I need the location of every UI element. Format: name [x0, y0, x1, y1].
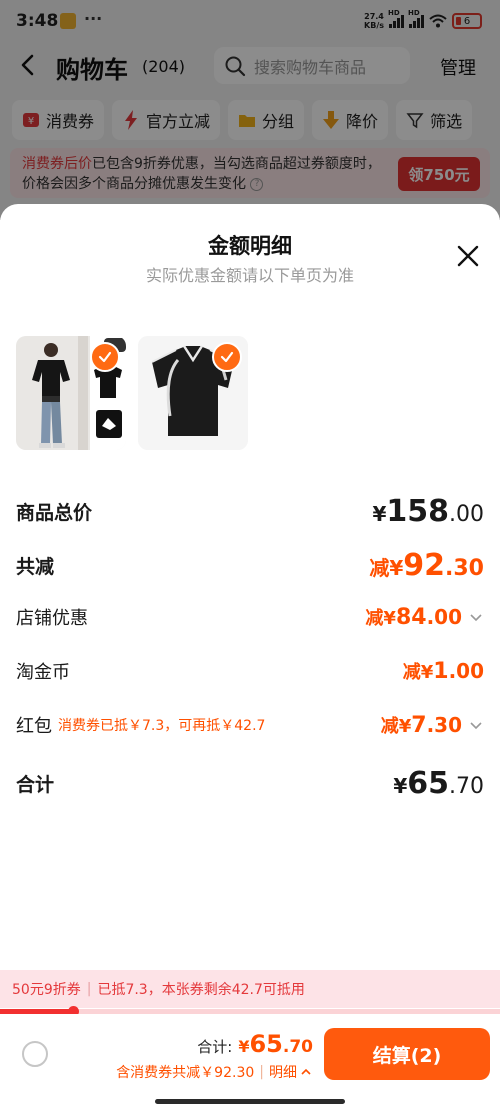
sheet-subtitle: 实际优惠金额请以下单页为准 — [145, 266, 354, 285]
total-price-amount: ¥ 158 .00 — [372, 494, 484, 529]
close-icon[interactable] — [456, 244, 480, 268]
chevron-down-icon[interactable] — [468, 609, 484, 625]
product-thumbnail[interactable] — [16, 336, 126, 450]
total-amount: ¥ 65 .70 — [238, 1030, 313, 1058]
row-coins: 淘金币 减¥ 1 .00 — [16, 658, 484, 684]
select-all-checkbox[interactable] — [22, 1041, 48, 1067]
dim-overlay[interactable] — [0, 0, 500, 220]
checkmark-icon[interactable] — [90, 342, 120, 372]
divider: | — [86, 981, 92, 997]
row-label: 共减 — [16, 556, 55, 578]
chevron-down-icon[interactable] — [468, 717, 484, 733]
home-indicator — [155, 1099, 345, 1104]
detail-link: 明细 — [269, 1065, 297, 1081]
coupon-usage-strip: 50元9折券 | 已抵7.3，本张券剩余42.7可抵用 — [0, 970, 500, 1008]
coupon-name: 50元9折券 — [12, 982, 81, 998]
row-store-discount[interactable]: 店铺优惠 减¥ 84 .00 — [16, 604, 484, 630]
row-red-packet[interactable]: 红包 消费券已抵￥7.3，可再抵￥42.7 减¥ 7 .30 — [16, 712, 484, 738]
divider: | — [259, 1064, 264, 1080]
row-label: 店铺优惠 — [16, 608, 88, 629]
row-label: 淘金币 — [16, 662, 70, 683]
row-total-reduction: 共减 减¥ 92 .30 — [16, 548, 484, 583]
checkout-bar: 合计: ¥ 65 .70 含消费券共减￥92.30 | 明细 结算(2) — [0, 1014, 500, 1111]
row-total-price: 商品总价 ¥ 158 .00 — [16, 494, 484, 529]
row-label: 商品总价 — [16, 502, 93, 524]
total-line: 合计: ¥ 65 .70 — [197, 1030, 313, 1058]
red-packet-amount: 减¥ 7 .30 — [381, 712, 484, 738]
coupon-usage-text: 已抵7.3，本张券剩余42.7可抵用 — [97, 982, 305, 998]
product-thumbnails — [16, 336, 248, 450]
checkmark-icon[interactable] — [212, 342, 242, 372]
total-label: 合计: — [197, 1038, 233, 1056]
checkout-button[interactable]: 结算(2) — [324, 1028, 490, 1080]
sum-amount: ¥ 65 .70 — [393, 766, 484, 801]
chevron-up-icon — [301, 1068, 311, 1075]
discount-text: 含消费券共减￥92.30 — [116, 1065, 255, 1081]
sheet-title: 金额明细 — [208, 234, 292, 258]
store-discount-amount: 减¥ 84 .00 — [365, 604, 484, 630]
total-reduction-amount: 减¥ 92 .30 — [369, 548, 484, 583]
red-packet-note: 消费券已抵￥7.3，可再抵￥42.7 — [58, 718, 266, 734]
coins-amount: 减¥ 1 .00 — [402, 659, 484, 684]
row-label: 合计 — [16, 774, 55, 796]
row-sum: 合计 ¥ 65 .70 — [16, 766, 484, 801]
product-thumbnail[interactable] — [138, 336, 248, 450]
row-label: 红包 消费券已抵￥7.3，可再抵￥42.7 — [16, 716, 266, 737]
discount-line[interactable]: 含消费券共减￥92.30 | 明细 — [116, 1062, 313, 1082]
